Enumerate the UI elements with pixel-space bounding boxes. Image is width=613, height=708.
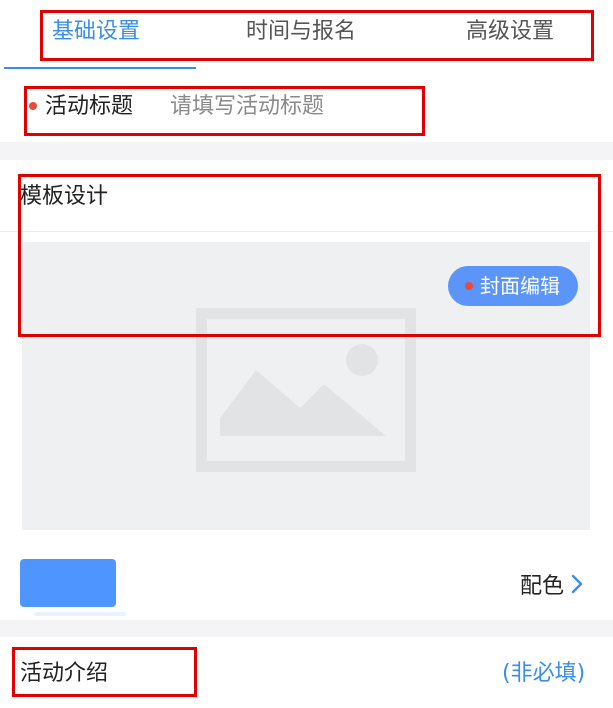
image-placeholder-icon: [196, 308, 416, 472]
active-tab-indicator: [4, 67, 196, 69]
cover-image[interactable]: 封面编辑: [22, 242, 590, 530]
optional-label: (非必填): [502, 661, 586, 686]
activity-title-row: 活动标题: [0, 70, 613, 142]
template-design-title: 模板设计: [20, 184, 109, 209]
required-dot-icon: [465, 282, 473, 290]
tab-time-and-registration[interactable]: 时间与报名: [246, 14, 356, 50]
section-divider: [0, 142, 613, 160]
color-swatch[interactable]: [20, 559, 116, 607]
activity-intro-title: 活动介绍: [20, 661, 109, 686]
chevron-right-icon: [571, 574, 583, 594]
activity-intro-row[interactable]: 活动介绍 (非必填): [0, 637, 613, 708]
tab-basic-settings[interactable]: 基础设置: [52, 14, 140, 50]
activity-title-label: 活动标题: [45, 94, 134, 119]
activity-title-input[interactable]: [170, 88, 470, 124]
cover-edit-label: 封面编辑: [480, 274, 560, 298]
section-divider: [0, 620, 613, 637]
color-swatch-shadow: [34, 612, 126, 616]
tab-advanced-settings[interactable]: 高级设置: [466, 14, 554, 50]
template-section-header: 模板设计: [0, 160, 613, 232]
color-scheme-label: 配色: [520, 574, 565, 599]
color-scheme-link[interactable]: 配色: [520, 566, 586, 602]
template-section-body: 封面编辑 配色: [0, 232, 613, 620]
tab-bar: 基础设置 时间与报名 高级设置: [0, 0, 613, 70]
required-dot-icon: [29, 102, 37, 110]
cover-edit-button[interactable]: 封面编辑: [448, 266, 578, 306]
